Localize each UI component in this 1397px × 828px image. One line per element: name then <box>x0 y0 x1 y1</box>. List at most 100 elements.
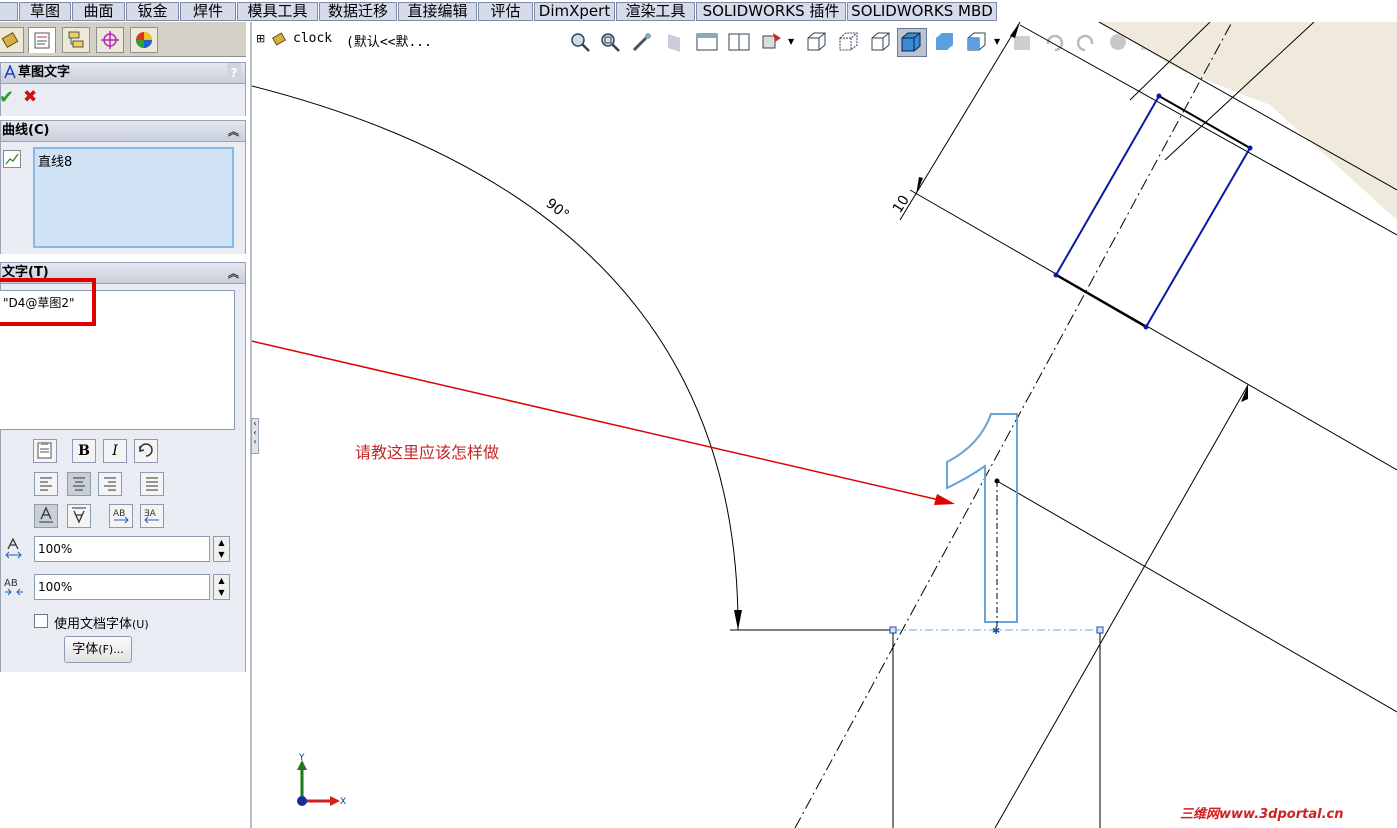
tab-evaluate[interactable]: 评估 <box>478 2 533 21</box>
ok-cancel-row: ✔ ✖ <box>0 84 246 116</box>
sketch-point[interactable] <box>1143 324 1149 330</box>
dimxpert-tab[interactable] <box>96 27 124 53</box>
tab-sheet-metal[interactable]: 钣金 <box>126 2 179 21</box>
tab-weldments[interactable]: 焊件 <box>180 2 236 21</box>
endpoint-handle[interactable] <box>889 626 897 634</box>
property-manager-tab[interactable] <box>28 27 56 53</box>
bold-button[interactable]: B <box>72 439 96 463</box>
sketch-point[interactable] <box>1247 145 1253 151</box>
command-manager-tabs: 草图 曲面 钣金 焊件 模具工具 数据迁移 直接编辑 评估 DimXpert 渲… <box>0 0 1397 22</box>
flip-upside-icon <box>72 507 86 524</box>
svg-text:ƎA: ƎA <box>144 509 157 519</box>
sketch-line[interactable] <box>1055 274 1147 328</box>
cancel-button[interactable]: ✖ <box>23 87 37 107</box>
mirror-ba-icon: ƎA <box>144 509 159 524</box>
property-manager-title: 草图文字 <box>18 65 71 80</box>
tab-features[interactable] <box>0 2 18 21</box>
use-document-font-checkbox[interactable] <box>34 614 48 628</box>
sketch-text-preview[interactable] <box>946 413 1018 623</box>
italic-button[interactable]: I <box>103 439 127 463</box>
width-factor-spinner[interactable]: ▲ ▼ <box>213 536 230 562</box>
slanted-line <box>909 189 1397 471</box>
configuration-tab[interactable] <box>62 27 90 53</box>
sketch-point[interactable] <box>1156 93 1162 99</box>
align-left-icon <box>40 477 52 491</box>
sketch-point[interactable] <box>1053 272 1059 278</box>
tab-dimxpert[interactable]: DimXpert <box>534 2 615 21</box>
selected-curve-item[interactable]: 直线8 <box>38 151 72 170</box>
tab-surfaces[interactable]: 曲面 <box>72 2 125 21</box>
align-center-icon <box>73 477 85 491</box>
tab-render-tools[interactable]: 渲染工具 <box>616 2 695 21</box>
justify-button[interactable] <box>140 472 164 496</box>
left-panel: 草图文字 ? ✔ ✖ 曲线(C) ︽ 直线8 文字(T) ︽ "D4@草图2" … <box>0 22 250 828</box>
centerline <box>794 22 1233 828</box>
ok-button[interactable]: ✔ <box>0 87 14 108</box>
flip-vertical-button[interactable] <box>34 504 58 528</box>
spacing-spinner[interactable]: ▲ ▼ <box>213 574 230 600</box>
x-axis-arrow <box>330 796 340 806</box>
curves-section-header[interactable]: 曲线(C) ︽ <box>0 120 246 142</box>
configuration-icon <box>68 31 84 48</box>
help-button[interactable]: ? <box>227 63 241 81</box>
y-axis-label: Y <box>298 753 305 763</box>
spacing-input[interactable]: 100% <box>34 574 210 600</box>
annotation-arrowhead <box>934 494 955 505</box>
collapse-chevron-icon[interactable]: ︽ <box>228 122 239 142</box>
char-spacing-icon: AB <box>3 576 25 601</box>
curves-section-title: 曲线(C) <box>2 123 50 138</box>
font-button[interactable]: 字体(F)... <box>64 636 132 663</box>
mirror-ab-icon: AB <box>113 509 129 524</box>
mirror-horizontal-button[interactable]: AB <box>109 504 133 528</box>
align-right-icon <box>104 477 116 491</box>
svg-text:AB: AB <box>113 509 125 519</box>
feature-tree-icon <box>1 31 19 49</box>
display-manager-tab[interactable] <box>130 27 158 53</box>
collapse-chevron-icon[interactable]: ︽ <box>228 264 239 284</box>
tab-data-migration[interactable]: 数据迁移 <box>319 2 397 21</box>
feature-tree-tab[interactable] <box>0 27 24 53</box>
justify-icon <box>146 477 158 491</box>
dimension-10[interactable]: 10 <box>890 193 913 217</box>
highlight-box <box>0 278 96 326</box>
graphics-area[interactable]: 10 90° ✱ 请教这里应该怎样做 Y X 三维网www.3dportal.c… <box>252 22 1397 828</box>
rotate-button[interactable] <box>134 439 158 463</box>
tab-direct-editing[interactable]: 直接编辑 <box>398 2 477 21</box>
curves-section-body: 直线8 <box>0 142 246 254</box>
curve-selection-icon <box>3 150 21 168</box>
sketch-line[interactable] <box>1158 95 1251 149</box>
align-left-button[interactable] <box>34 472 58 496</box>
slanted-line <box>996 480 1397 713</box>
tab-solidworks-addins[interactable]: SOLIDWORKS 插件 <box>696 2 846 21</box>
mirror-reverse-button[interactable]: ƎA <box>140 504 164 528</box>
dimension-line <box>899 22 1021 221</box>
midpoint-marker[interactable]: ✱ <box>992 626 1000 637</box>
annotation-text: 请教这里应该怎样做 <box>355 443 499 462</box>
slanted-line <box>994 384 1249 828</box>
rotate-icon <box>139 443 153 457</box>
width-factor-input[interactable]: 100% <box>34 536 210 562</box>
arrowhead <box>916 177 923 195</box>
sketch-point[interactable] <box>994 478 1000 484</box>
align-right-button[interactable] <box>98 472 122 496</box>
use-document-font-label: 使用文档字体(U) <box>54 617 149 632</box>
align-center-button[interactable] <box>67 472 91 496</box>
arrowhead <box>734 610 742 630</box>
flip-upside-down-button[interactable] <box>67 504 91 528</box>
link-property-icon <box>37 442 52 459</box>
property-manager-title-bar: 草图文字 ? <box>0 62 246 84</box>
annotation-arrow <box>252 340 949 503</box>
width-factor-icon <box>4 537 24 563</box>
crosshair-icon <box>101 31 119 49</box>
property-manager-icon <box>34 32 50 49</box>
endpoint-handle[interactable] <box>1096 626 1104 634</box>
tab-solidworks-mbd[interactable]: SOLIDWORKS MBD <box>847 2 997 21</box>
sketch-line[interactable] <box>1145 147 1251 328</box>
text-section-body: "D4@草图2" B I AB ƎA 100% ▲ ▼ AB 100% ▲ ▼ … <box>0 284 246 672</box>
link-to-property-button[interactable] <box>33 439 57 463</box>
tab-mold-tools[interactable]: 模具工具 <box>237 2 318 21</box>
curve-selection-box[interactable]: 直线8 <box>33 147 234 248</box>
arrowhead <box>1010 22 1020 38</box>
svg-text:AB: AB <box>4 578 18 589</box>
tab-sketch[interactable]: 草图 <box>19 2 71 21</box>
